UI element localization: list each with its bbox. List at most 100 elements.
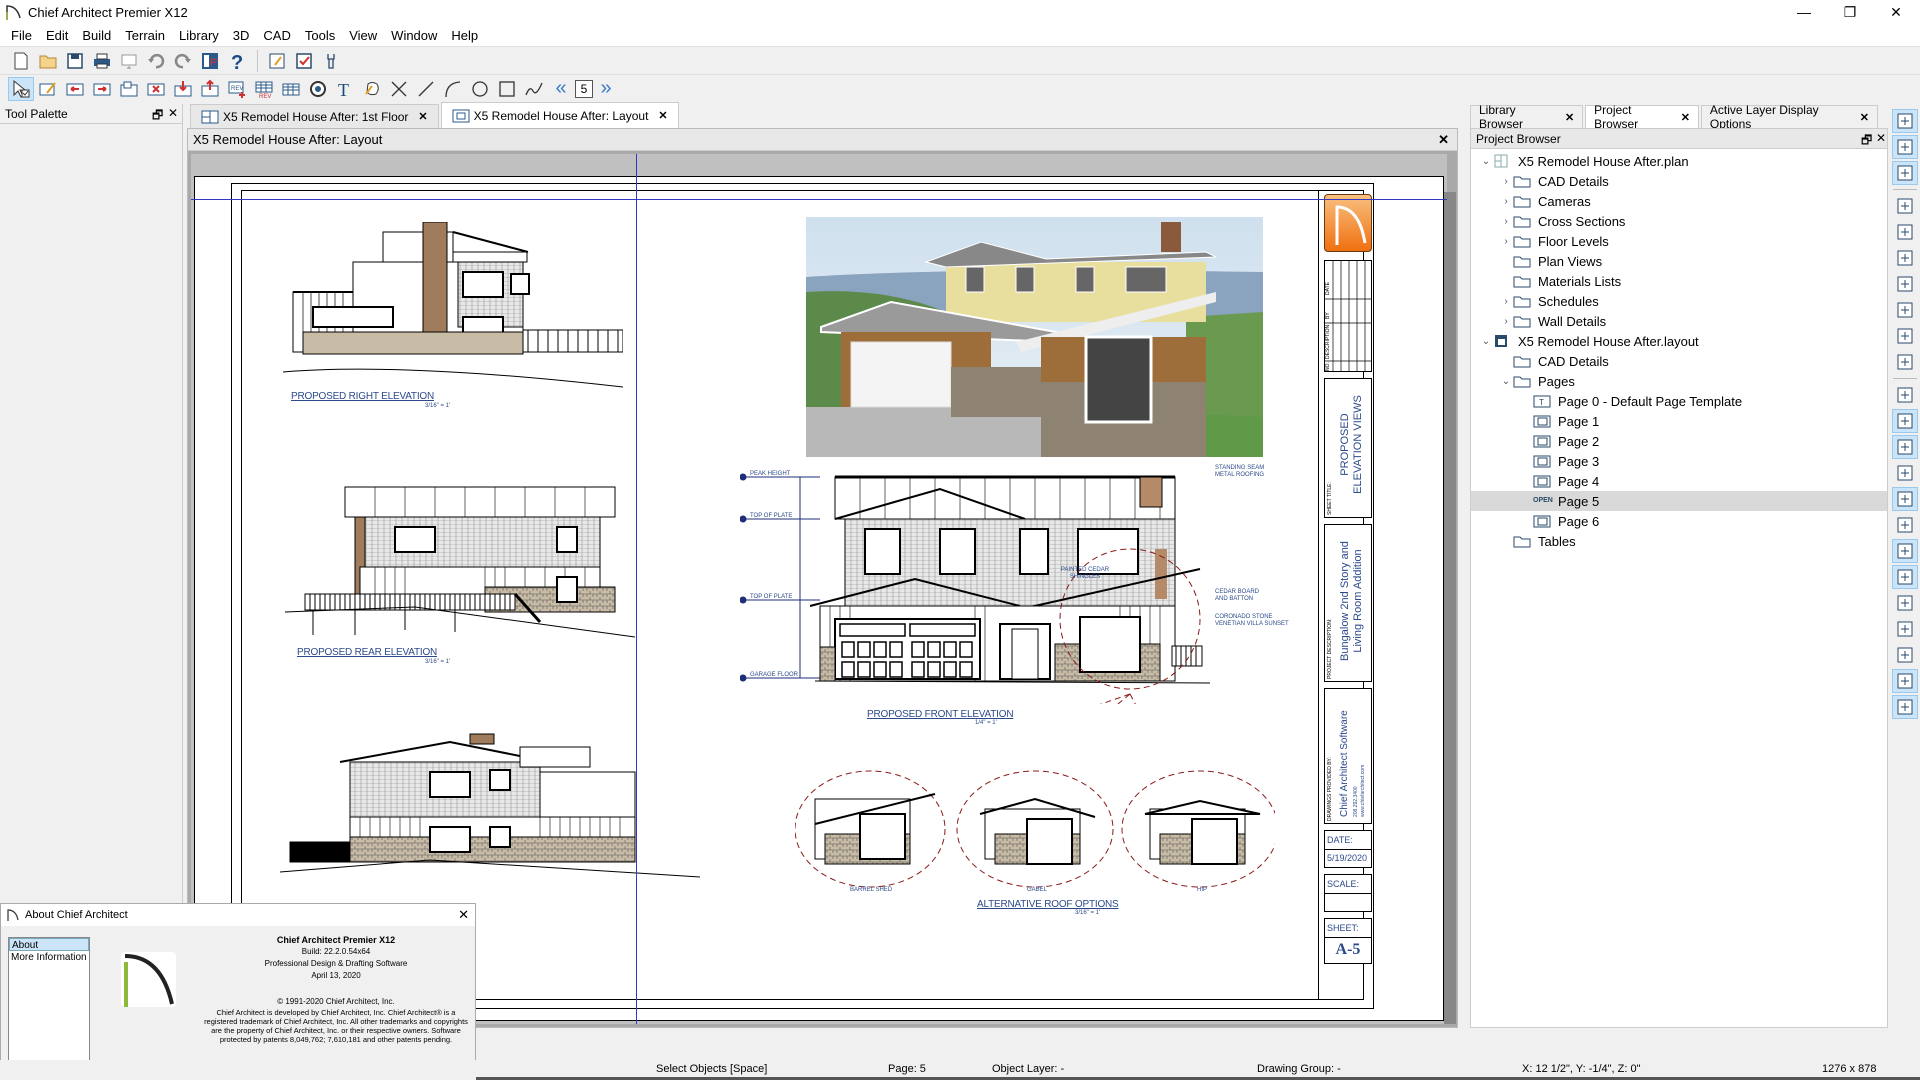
chevron-right-icon[interactable]: › — [1499, 236, 1513, 247]
layer-stack-button[interactable] — [1892, 383, 1918, 407]
layer-display-button[interactable] — [1891, 109, 1918, 133]
text-button[interactable]: T — [332, 77, 358, 101]
tree-item[interactable]: › Floor Levels — [1471, 231, 1887, 251]
arc-snap-button[interactable] — [1892, 591, 1918, 615]
prev-page-button[interactable]: « — [548, 77, 574, 101]
rectangle-button[interactable] — [494, 77, 520, 101]
menu-help[interactable]: Help — [444, 28, 485, 43]
tree-item[interactable]: CAD Details — [1471, 351, 1887, 371]
revision-button[interactable]: REV — [224, 77, 250, 101]
tree-item[interactable]: OPEN Page 5 — [1471, 491, 1887, 511]
menu-terrain[interactable]: Terrain — [118, 28, 172, 43]
preferences-button[interactable]: P — [197, 49, 223, 73]
close-tab-icon[interactable]: ✕ — [418, 110, 427, 123]
tab-project-browser[interactable]: Project Browser ✕ — [1585, 103, 1699, 131]
tab-1st-floor[interactable]: X5 Remodel House After: 1st Floor ✕ — [190, 104, 439, 128]
fill-window-button[interactable] — [1892, 298, 1918, 322]
chevron-right-icon[interactable]: › — [1499, 296, 1513, 307]
menu-window[interactable]: Window — [384, 28, 444, 43]
close-icon[interactable]: ✕ — [458, 907, 469, 923]
page-number-field[interactable]: 5 — [575, 79, 593, 98]
help-button[interactable]: ? — [224, 49, 250, 73]
object-snaps-button[interactable] — [1891, 435, 1918, 459]
open-button[interactable] — [35, 49, 61, 73]
tree-item[interactable]: Page 2 — [1471, 431, 1887, 451]
close-icon[interactable]: ✕ — [168, 106, 178, 120]
float-icon[interactable]: 🗗 — [152, 106, 163, 127]
menu-library[interactable]: Library — [172, 28, 226, 43]
prev-view-button[interactable] — [62, 77, 88, 101]
color-display-button[interactable] — [1891, 695, 1918, 719]
tree-item[interactable]: Page 4 — [1471, 471, 1887, 491]
checklist-button[interactable] — [291, 49, 317, 73]
tree-item[interactable]: Plan Views — [1471, 251, 1887, 271]
tree-item[interactable]: T Page 0 - Default Page Template — [1471, 391, 1887, 411]
print-preview-small-button[interactable] — [1892, 513, 1918, 537]
save-button[interactable] — [62, 49, 88, 73]
drawing-canvas[interactable]: PROPOSED RIGHT ELEVATION 3/16" = 1' PROP… — [191, 154, 1456, 1024]
tree-item[interactable]: Page 3 — [1471, 451, 1887, 471]
tree-item[interactable]: Page 6 — [1471, 511, 1887, 531]
wrench-button[interactable] — [318, 49, 344, 73]
tab-library-browser[interactable]: Library Browser ✕ — [1470, 103, 1584, 131]
delete-view-button[interactable] — [143, 77, 169, 101]
about-nav-about[interactable]: About — [9, 938, 89, 951]
line-weight-button[interactable] — [1892, 461, 1918, 485]
undo-button[interactable] — [143, 49, 169, 73]
tab-active-layer-display[interactable]: Active Layer Display Options ✕ — [1700, 103, 1878, 131]
grid-button[interactable] — [1892, 617, 1918, 641]
edit-view-button[interactable] — [35, 77, 61, 101]
edit-layout-button[interactable] — [264, 49, 290, 73]
print-button[interactable] — [89, 49, 115, 73]
menu-file[interactable]: File — [4, 28, 39, 43]
tree-item[interactable]: › CAD Details — [1471, 171, 1887, 191]
menu-tools[interactable]: Tools — [298, 28, 342, 43]
circle-button[interactable] — [467, 77, 493, 101]
menu-view[interactable]: View — [342, 28, 384, 43]
restore-button[interactable]: ❐ — [1827, 0, 1873, 24]
angle-snap-button[interactable] — [1891, 565, 1918, 589]
tree-item[interactable]: › Cameras — [1471, 191, 1887, 211]
print-preview-button[interactable] — [116, 49, 142, 73]
grid-snap-button[interactable] — [1892, 643, 1918, 667]
zoom-in-button[interactable] — [1892, 220, 1918, 244]
close-tab-icon[interactable]: ✕ — [1565, 111, 1574, 124]
bounding-snap-button[interactable] — [1891, 669, 1918, 693]
tree-item[interactable]: › Wall Details — [1471, 311, 1887, 331]
revision-table-button[interactable]: REV — [251, 77, 277, 101]
float-icon[interactable]: 🗗 — [1861, 131, 1872, 152]
dimension-snap-button[interactable] — [1891, 539, 1918, 563]
zoom-out-button[interactable] — [1892, 246, 1918, 270]
close-icon[interactable]: ✕ — [1438, 132, 1449, 148]
pan-button[interactable] — [1892, 350, 1918, 374]
close-tab-icon[interactable]: ✕ — [1681, 111, 1690, 124]
chevron-down-icon[interactable]: ⌄ — [1479, 336, 1493, 347]
about-nav-more-info[interactable]: More Information — [9, 951, 89, 964]
x-line-button[interactable] — [386, 77, 412, 101]
tree-item[interactable]: › Cross Sections — [1471, 211, 1887, 231]
minimize-button[interactable]: — — [1781, 0, 1827, 24]
3d-view-button[interactable] — [305, 77, 331, 101]
close-tab-icon[interactable]: ✕ — [1860, 111, 1869, 124]
chevron-right-icon[interactable]: › — [1499, 316, 1513, 327]
tree-item[interactable]: Tables — [1471, 531, 1887, 551]
snap-object-button[interactable] — [1891, 409, 1918, 433]
tree-item[interactable]: › Schedules — [1471, 291, 1887, 311]
close-tab-icon[interactable]: ✕ — [658, 109, 667, 122]
table-button[interactable] — [278, 77, 304, 101]
close-icon[interactable]: ✕ — [1876, 131, 1886, 145]
chevron-down-icon[interactable]: ⌄ — [1479, 156, 1493, 167]
tree-item[interactable]: ⌄ X5 Remodel House After.layout — [1471, 331, 1887, 351]
undo-zoom-button[interactable] — [1892, 272, 1918, 296]
select-objects-button[interactable] — [8, 76, 34, 101]
fill-window-all-button[interactable] — [1892, 324, 1918, 348]
spline-button[interactable] — [521, 77, 547, 101]
tree-item[interactable]: Page 1 — [1471, 411, 1887, 431]
line-button[interactable] — [413, 77, 439, 101]
redo-button[interactable] — [170, 49, 196, 73]
zoom-window-button[interactable] — [1892, 194, 1918, 218]
layout-up-button[interactable] — [197, 77, 223, 101]
new-button[interactable] — [8, 49, 34, 73]
close-button[interactable]: ✕ — [1873, 0, 1919, 24]
tab-layout[interactable]: X5 Remodel House After: Layout ✕ — [440, 102, 679, 128]
